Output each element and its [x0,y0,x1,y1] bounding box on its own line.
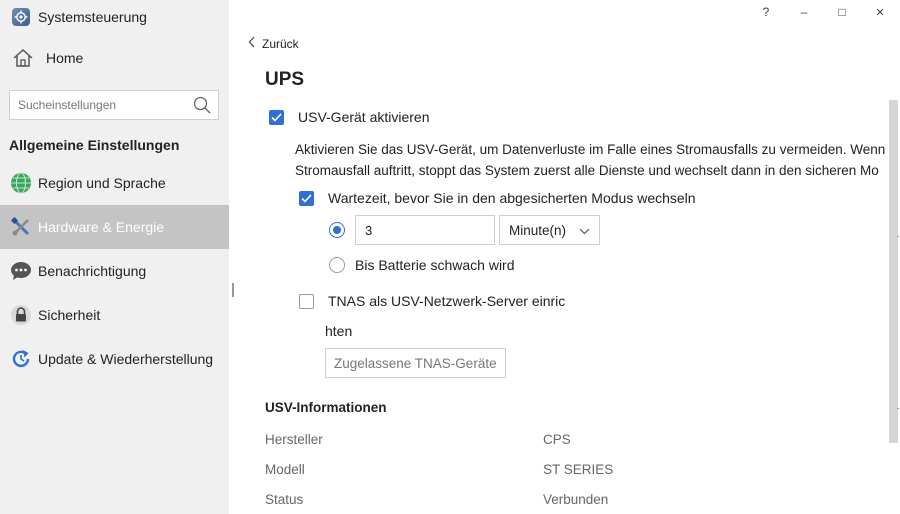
enable-ups-checkbox[interactable] [269,109,284,125]
refresh-icon [10,348,32,370]
sidebar-item-label: Hardware & Energie [38,219,165,235]
scrollbar-thumb[interactable] [889,100,898,443]
sidebar-item-hardware[interactable]: Hardware & Energie [0,205,229,249]
info-value-status: Verbunden [543,492,609,507]
search-icon[interactable] [190,93,214,117]
battery-low-label: Bis Batterie schwach wird [355,257,515,273]
sidebar-item-notifications[interactable]: Benachrichtigung [0,249,229,293]
settings-app-icon [12,8,30,26]
minutes-input[interactable]: 3 [355,215,495,245]
page-title: UPS [265,69,305,90]
close-button[interactable]: × [870,4,890,21]
sidebar-item-home[interactable]: Home [12,46,83,70]
info-value-model: ST SERIES [543,462,614,477]
scroll-marker [897,408,899,409]
sidebar-item-label: Home [46,50,84,66]
chevron-left-icon [248,36,256,51]
back-label: Zurück [262,36,299,51]
home-icon [12,47,34,69]
maximize-button[interactable]: □ [832,4,852,20]
lock-icon [10,304,32,326]
unit-select[interactable]: Minute(n) [499,215,600,245]
unit-select-value: Minute(n) [509,222,567,238]
app-title: Systemsteuerung [12,7,147,27]
wait-time-checkbox[interactable] [299,190,314,206]
battery-low-radio[interactable] [329,257,345,273]
wait-time-row: Wartezeit, bevor Sie in den abgesicherte… [299,190,696,206]
enable-ups-label: USV-Gerät aktivieren [298,109,430,125]
chat-icon [10,260,32,282]
search-box [9,90,219,120]
ups-description: Aktivieren Sie das USV-Gerät, um Datenve… [295,139,900,181]
ups-info-heading: USV-Informationen [265,400,387,415]
tools-icon [10,216,32,238]
info-label-status: Status [265,492,304,507]
network-server-checkbox[interactable] [299,293,314,309]
sidebar-item-region[interactable]: Region und Sprache [0,161,229,205]
network-server-label-cont: hten [325,323,353,339]
scroll-marker [897,236,899,237]
sidebar: Systemsteuerung Home Allgemeine Einstell… [0,0,229,514]
info-label-model: Modell [265,462,305,477]
chevron-down-icon [579,223,590,238]
sidebar-item-update[interactable]: Update & Wiederherstellung [0,337,229,381]
wait-time-label: Wartezeit, bevor Sie in den abgesicherte… [328,190,696,206]
description-line-1: Aktivieren Sie das USV-Gerät, um Datenve… [295,142,886,157]
sidebar-item-label: Benachrichtigung [38,263,147,279]
sidebar-item-label: Region und Sprache [38,175,166,191]
section-heading: Allgemeine Einstellungen [9,137,180,153]
network-server-row: TNAS als USV-Netzwerk-Server einric [299,293,565,309]
timer-radio[interactable] [329,222,345,238]
network-server-label: TNAS als USV-Netzwerk-Server einric [328,293,566,309]
pane-splitter[interactable] [232,283,234,297]
globe-icon [10,172,32,194]
info-value-manufacturer: CPS [543,432,571,447]
allowed-devices-button[interactable]: Zugelassene TNAS-Geräte [325,348,506,378]
sidebar-item-label: Update & Wiederherstellung [38,351,214,367]
battery-low-row: Bis Batterie schwach wird [329,257,515,273]
help-button[interactable]: ? [756,4,776,20]
minimize-button[interactable]: – [794,4,814,20]
sidebar-item-label: Sicherheit [38,307,101,323]
search-input[interactable] [10,98,190,112]
sidebar-item-security[interactable]: Sicherheit [0,293,229,337]
description-line-2: Stromausfall auftritt, stoppt das System… [295,163,879,178]
enable-ups-row: USV-Gerät aktivieren [269,109,430,125]
back-link[interactable]: Zurück [248,36,299,51]
app-title-label: Systemsteuerung [38,9,147,25]
info-label-manufacturer: Hersteller [265,432,323,447]
